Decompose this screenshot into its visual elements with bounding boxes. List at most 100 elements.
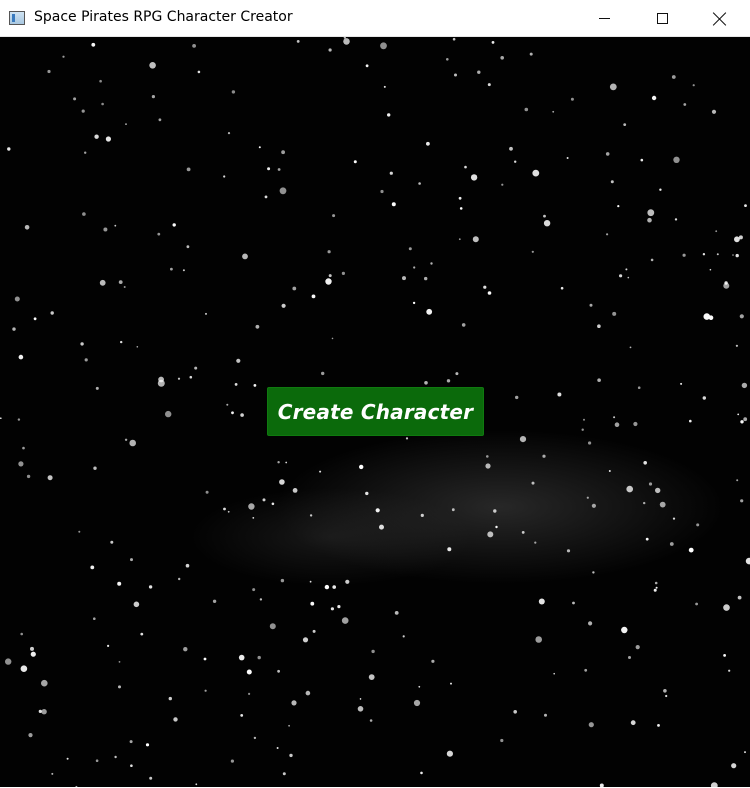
star	[446, 750, 453, 757]
star	[394, 611, 399, 615]
star	[655, 487, 661, 494]
star	[426, 308, 433, 315]
star	[309, 580, 312, 583]
star	[452, 37, 456, 41]
star	[212, 599, 217, 603]
star	[117, 581, 122, 586]
star	[524, 107, 529, 112]
star	[402, 276, 406, 281]
star	[41, 679, 48, 687]
star	[0, 417, 2, 420]
star	[240, 413, 244, 417]
star	[695, 602, 698, 606]
star	[331, 337, 334, 340]
star	[614, 422, 620, 428]
star	[669, 542, 674, 546]
star	[325, 278, 332, 285]
star	[552, 110, 555, 113]
star	[341, 617, 349, 624]
star	[736, 479, 739, 482]
star	[648, 482, 653, 486]
star	[50, 311, 54, 315]
star	[412, 301, 416, 305]
star	[744, 204, 747, 208]
star	[610, 180, 614, 184]
star	[130, 558, 133, 562]
star	[420, 513, 424, 517]
star	[487, 83, 491, 87]
star	[472, 236, 479, 243]
star	[500, 56, 505, 60]
star	[51, 772, 54, 775]
star	[62, 55, 65, 58]
star	[292, 286, 297, 291]
create-character-button[interactable]: Create Character	[267, 387, 484, 436]
star	[566, 549, 571, 553]
star	[93, 617, 96, 620]
star	[608, 470, 611, 472]
star	[291, 700, 297, 706]
star	[105, 136, 111, 142]
star	[597, 378, 601, 383]
star	[737, 413, 740, 416]
star	[383, 85, 386, 88]
star	[332, 214, 336, 218]
star	[544, 713, 547, 717]
star	[597, 324, 601, 329]
star	[424, 381, 428, 385]
star	[194, 366, 198, 370]
star	[103, 227, 108, 232]
star	[264, 195, 268, 199]
star	[253, 736, 257, 740]
star	[657, 724, 660, 727]
star	[324, 584, 330, 590]
star	[118, 685, 121, 689]
star	[359, 698, 362, 700]
star	[12, 327, 16, 331]
star	[581, 428, 584, 431]
star	[120, 340, 123, 344]
star	[30, 646, 34, 651]
star	[7, 147, 11, 151]
star	[405, 437, 409, 440]
star	[368, 674, 375, 680]
star	[570, 97, 574, 101]
close-button[interactable]	[691, 0, 749, 37]
star	[157, 232, 161, 236]
star	[205, 312, 207, 315]
star	[255, 324, 260, 329]
star	[426, 141, 430, 146]
star	[177, 377, 181, 380]
star	[458, 196, 462, 200]
star	[531, 250, 534, 253]
star	[252, 588, 256, 592]
star	[487, 531, 494, 538]
star	[140, 632, 144, 636]
star	[332, 585, 337, 589]
star	[389, 171, 393, 175]
star	[47, 69, 51, 74]
title-bar[interactable]: Space Pirates RPG Character Creator	[0, 0, 750, 37]
star	[292, 488, 298, 493]
star	[149, 62, 156, 69]
star	[172, 223, 176, 227]
maximize-button[interactable]	[633, 0, 691, 37]
star	[227, 132, 231, 135]
star	[744, 751, 746, 754]
star	[709, 268, 712, 271]
star	[413, 699, 421, 707]
star	[643, 501, 646, 505]
star	[715, 230, 718, 233]
star	[659, 188, 662, 191]
star	[629, 346, 632, 349]
star	[277, 461, 280, 464]
star	[185, 563, 190, 568]
minimize-button[interactable]	[575, 0, 633, 37]
star	[17, 418, 21, 421]
star	[170, 267, 173, 271]
star	[470, 174, 478, 181]
star	[269, 623, 276, 630]
star	[609, 83, 617, 91]
star	[424, 276, 428, 281]
star	[5, 658, 12, 665]
